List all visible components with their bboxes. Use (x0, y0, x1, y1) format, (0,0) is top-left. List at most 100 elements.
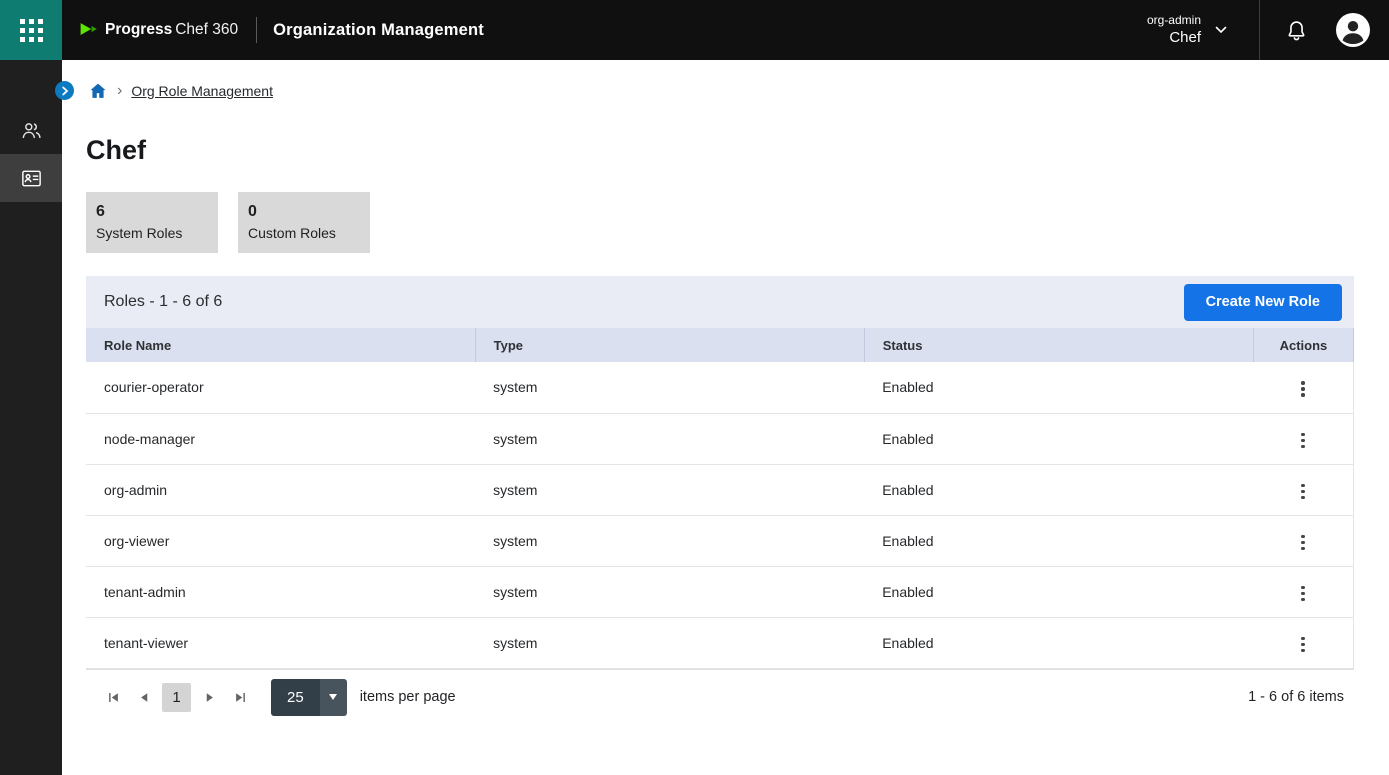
app-switcher-button[interactable] (0, 0, 62, 60)
cell-actions (1253, 413, 1353, 464)
main-content: › Org Role Management Chef 6 System Role… (62, 0, 1389, 725)
table-row: org-viewer system Enabled (86, 515, 1354, 566)
roles-card-title: Roles - 1 - 6 of 6 (104, 293, 222, 311)
row-actions-kebab-button[interactable] (1291, 529, 1315, 557)
cell-status: Enabled (864, 617, 1253, 668)
breadcrumb-link-org-role-management[interactable]: Org Role Management (131, 83, 273, 99)
app-grid-icon (20, 19, 43, 42)
skip-first-icon (107, 691, 120, 704)
system-roles-count: 6 (96, 202, 208, 222)
first-page-button[interactable] (100, 684, 126, 710)
cell-actions (1253, 464, 1353, 515)
app-title: Organization Management (273, 21, 484, 40)
table-row: node-manager system Enabled (86, 413, 1354, 464)
roles-card-toolbar: Roles - 1 - 6 of 6 Create New Role (86, 276, 1354, 328)
custom-roles-count: 0 (248, 202, 360, 222)
account-role-label: org-admin (1147, 13, 1201, 28)
cell-type: system (475, 362, 864, 413)
system-roles-label: System Roles (96, 223, 208, 243)
sidebar-item-roles[interactable] (0, 154, 62, 202)
caret-down-icon (329, 694, 337, 700)
table-header-row: Role Name Type Status Actions (86, 328, 1354, 362)
bell-icon (1285, 19, 1308, 42)
roles-card: Roles - 1 - 6 of 6 Create New Role Role … (86, 276, 1354, 725)
cell-type: system (475, 515, 864, 566)
stats-row: 6 System Roles 0 Custom Roles (86, 192, 1354, 253)
create-new-role-button[interactable]: Create New Role (1184, 284, 1342, 321)
progress-chef-logo-icon (78, 20, 99, 41)
cell-actions (1253, 617, 1353, 668)
home-icon (88, 81, 108, 101)
brand-name-chef360: Chef 360 (175, 21, 238, 39)
row-actions-kebab-button[interactable] (1291, 427, 1315, 455)
items-per-page-label: items per page (360, 689, 456, 705)
sidebar-expand-button[interactable] (55, 81, 74, 100)
cell-status: Enabled (864, 566, 1253, 617)
custom-roles-label: Custom Roles (248, 223, 360, 243)
sidebar (0, 60, 62, 775)
cell-actions (1253, 515, 1353, 566)
breadcrumb-separator-icon: › (117, 83, 122, 99)
next-page-button[interactable] (196, 684, 222, 710)
table-row: tenant-admin system Enabled (86, 566, 1354, 617)
cell-status: Enabled (864, 413, 1253, 464)
cell-status: Enabled (864, 464, 1253, 515)
topbar-divider (256, 17, 257, 43)
row-actions-kebab-button[interactable] (1291, 631, 1315, 659)
account-org-label: Chef (1147, 28, 1201, 47)
page-number-button[interactable]: 1 (162, 683, 191, 712)
account-switcher[interactable]: org-admin Chef (1147, 13, 1201, 47)
previous-icon (138, 691, 151, 704)
chevron-down-icon (1215, 26, 1227, 34)
skip-last-icon (234, 691, 247, 704)
cell-role-name: tenant-admin (86, 566, 475, 617)
stat-card-custom-roles: 0 Custom Roles (238, 192, 370, 253)
cell-actions (1253, 362, 1353, 413)
row-actions-kebab-button[interactable] (1291, 375, 1315, 403)
cell-role-name: org-viewer (86, 515, 475, 566)
cell-role-name: tenant-viewer (86, 617, 475, 668)
column-header-status: Status (864, 328, 1253, 362)
chevron-right-icon (60, 86, 70, 96)
last-page-button[interactable] (227, 684, 253, 710)
cell-type: system (475, 566, 864, 617)
next-icon (203, 691, 216, 704)
user-avatar-button[interactable] (1335, 12, 1371, 48)
cell-status: Enabled (864, 515, 1253, 566)
table-row: tenant-viewer system Enabled (86, 617, 1354, 668)
roles-table: Role Name Type Status Actions courier-op… (86, 328, 1354, 669)
breadcrumb-home-button[interactable] (88, 81, 108, 101)
pagination-bar: 1 25 (86, 669, 1354, 725)
cell-actions (1253, 566, 1353, 617)
pager: 1 (100, 683, 253, 712)
cell-type: system (475, 617, 864, 668)
stat-card-system-roles: 6 System Roles (86, 192, 218, 253)
page-title: Chef (86, 135, 1354, 166)
table-row: courier-operator system Enabled (86, 362, 1354, 413)
brand-logo[interactable]: Progress Chef 360 (78, 20, 238, 41)
items-range-label: 1 - 6 of 6 items (1248, 689, 1344, 705)
breadcrumb: › Org Role Management (86, 81, 1354, 101)
notifications-button[interactable] (1285, 19, 1308, 42)
page-size-dropdown[interactable]: 25 (271, 679, 347, 716)
sidebar-item-users[interactable] (0, 106, 62, 154)
user-avatar-icon (1335, 12, 1371, 48)
users-icon (20, 119, 43, 142)
cell-type: system (475, 413, 864, 464)
cell-role-name: courier-operator (86, 362, 475, 413)
previous-page-button[interactable] (131, 684, 157, 710)
column-header-role-name: Role Name (86, 328, 475, 362)
brand-name-progress: Progress (105, 21, 172, 39)
row-actions-kebab-button[interactable] (1291, 580, 1315, 608)
column-header-type: Type (475, 328, 864, 362)
dropdown-arrow-section (320, 679, 347, 716)
topbar: Progress Chef 360 Organization Managemen… (0, 0, 1389, 60)
cell-role-name: org-admin (86, 464, 475, 515)
role-badge-icon (20, 167, 43, 190)
cell-type: system (475, 464, 864, 515)
cell-status: Enabled (864, 362, 1253, 413)
cell-role-name: node-manager (86, 413, 475, 464)
account-chevron-button[interactable] (1211, 22, 1231, 38)
row-actions-kebab-button[interactable] (1291, 478, 1315, 506)
column-header-actions: Actions (1253, 328, 1353, 362)
